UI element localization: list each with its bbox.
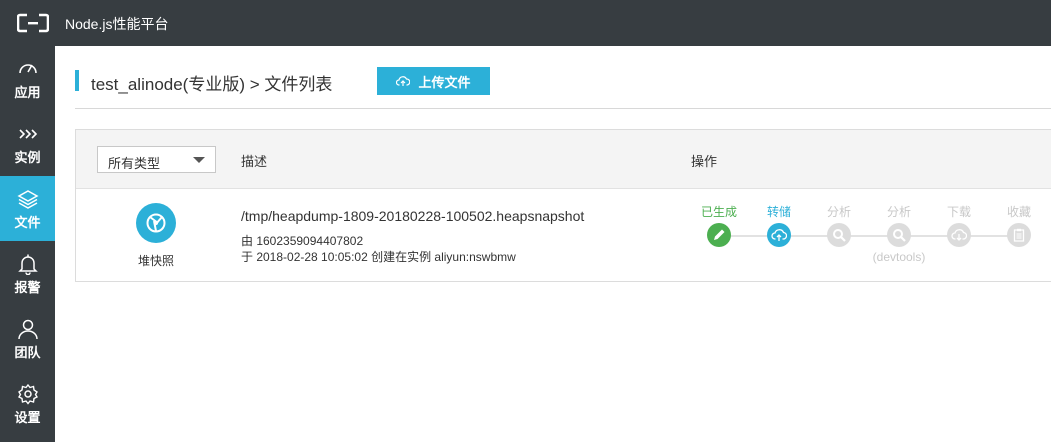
sidebar-item-files[interactable]: 文件 bbox=[0, 176, 55, 241]
divider bbox=[75, 108, 1051, 109]
sidebar-item-alerts[interactable]: 报警 bbox=[0, 241, 55, 306]
step-analyze: 分析 bbox=[809, 203, 869, 247]
chevrons-right-icon bbox=[18, 129, 37, 139]
column-header-actions: 操作 bbox=[691, 154, 718, 169]
step-dump[interactable]: 转储 bbox=[749, 203, 809, 247]
sidebar-item-team[interactable]: 团队 bbox=[0, 306, 55, 371]
user-icon bbox=[17, 319, 38, 340]
caret-down-icon bbox=[193, 157, 205, 163]
step-analyze-devtools: 分析 (devtools) bbox=[869, 203, 929, 264]
step-download: 下载 bbox=[929, 203, 989, 247]
layers-icon bbox=[16, 190, 39, 209]
top-bar: Node.js性能平台 bbox=[0, 0, 1051, 46]
pencil-icon bbox=[707, 223, 731, 247]
clipboard-icon bbox=[1007, 223, 1031, 247]
cloud-upload-icon bbox=[396, 76, 411, 86]
cloud-upload-icon[interactable] bbox=[767, 223, 791, 247]
aliyun-logo-icon[interactable] bbox=[17, 13, 49, 33]
gear-icon bbox=[17, 383, 38, 405]
sidebar-item-apps[interactable]: 应用 bbox=[0, 46, 55, 111]
speedometer-icon bbox=[18, 64, 37, 74]
app-title: Node.js性能平台 bbox=[65, 16, 169, 32]
file-name: /tmp/heapdump-1809-20180228-100502.heaps… bbox=[241, 208, 585, 224]
cloud-download-icon bbox=[947, 223, 971, 247]
file-type-label: 堆快照 bbox=[138, 254, 175, 268]
step-favorite: 收藏 bbox=[989, 203, 1049, 247]
step-sub-label: (devtools) bbox=[872, 250, 926, 264]
title-accent-bar bbox=[75, 70, 79, 91]
table-header: 所有类型 描述 操作 bbox=[76, 130, 1051, 189]
file-type-select[interactable]: 所有类型 bbox=[97, 146, 216, 173]
file-type-select-value: 所有类型 bbox=[108, 156, 161, 171]
magnifier-icon bbox=[887, 223, 911, 247]
table-row: 堆快照 /tmp/heapdump-1809-20180228-100502.h… bbox=[76, 190, 1051, 282]
created-line: 于 2018-02-28 10:05:02 创建在实例 aliyun:nswbm… bbox=[241, 250, 516, 264]
page-title: test_alinode(专业版) > 文件列表 bbox=[91, 75, 333, 94]
bell-icon bbox=[17, 254, 38, 275]
column-header-description: 描述 bbox=[241, 154, 268, 169]
sidebar-item-settings[interactable]: 设置 bbox=[0, 371, 55, 436]
uploader-line: 由 1602359094407802 bbox=[241, 234, 364, 248]
upload-file-button[interactable]: 上传文件 bbox=[377, 67, 490, 95]
file-table: 所有类型 描述 操作 堆快照 /tmp/heapdump-1809-201802… bbox=[75, 129, 1051, 282]
upload-file-label: 上传文件 bbox=[418, 74, 471, 90]
magnifier-icon bbox=[827, 223, 851, 247]
sidebar: 应用 实例 文件 报警 团队 设置 bbox=[0, 46, 55, 442]
heap-snapshot-icon bbox=[136, 203, 176, 243]
sidebar-item-instances[interactable]: 实例 bbox=[0, 111, 55, 176]
step-generated: 已生成 bbox=[689, 203, 749, 247]
